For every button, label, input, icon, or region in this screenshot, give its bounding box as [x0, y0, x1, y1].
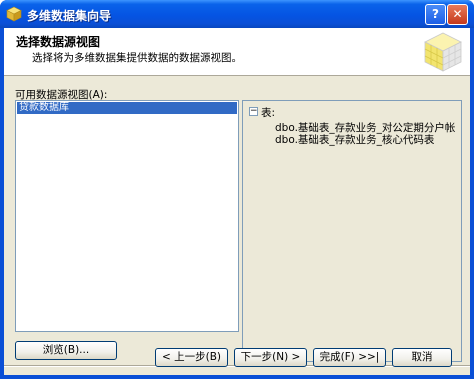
back-button[interactable]: < 上一步(B): [155, 348, 228, 367]
data-source-view-list[interactable]: 贷款数据库: [15, 100, 239, 332]
wizard-client-area: 选择数据源视图 选择将为多维数据集提供数据的数据源视图。 可用数据源视图(A):…: [4, 28, 470, 375]
window-title: 多维数据集向导: [27, 9, 112, 23]
wizard-header: 选择数据源视图 选择将为多维数据集提供数据的数据源视图。: [4, 28, 470, 76]
olap-cube-icon: [424, 32, 462, 72]
next-button[interactable]: 下一步(N) >: [234, 348, 307, 367]
tables-tree-panel[interactable]: − 表: dbo.基础表_存款业务_对公定期分户帐 dbo.基础表_存款业务_核…: [242, 100, 462, 362]
list-item[interactable]: 贷款数据库: [17, 102, 237, 114]
finish-button[interactable]: 完成(F) >>|: [313, 348, 386, 367]
browse-button[interactable]: 浏览(B)...: [15, 341, 117, 360]
page-subtitle: 选择将为多维数据集提供数据的数据源视图。: [32, 52, 242, 64]
cube-app-icon: [6, 6, 22, 22]
close-button[interactable]: ✕: [447, 4, 468, 25]
window-bottom-border: [0, 375, 474, 379]
help-button[interactable]: ?: [425, 4, 446, 25]
collapse-toggle-icon[interactable]: −: [249, 107, 258, 116]
wizard-window: 多维数据集向导 ? ✕ 选择数据源视图 选择将为多维数据集提供数据的数据源视图。…: [0, 0, 474, 379]
tree-item-table[interactable]: dbo.基础表_存款业务_核心代码表: [275, 132, 434, 147]
tree-root-tables[interactable]: 表:: [261, 105, 275, 120]
cancel-button[interactable]: 取消: [392, 348, 452, 367]
title-bar[interactable]: 多维数据集向导 ? ✕: [0, 0, 474, 28]
page-title: 选择数据源视图: [16, 35, 101, 49]
